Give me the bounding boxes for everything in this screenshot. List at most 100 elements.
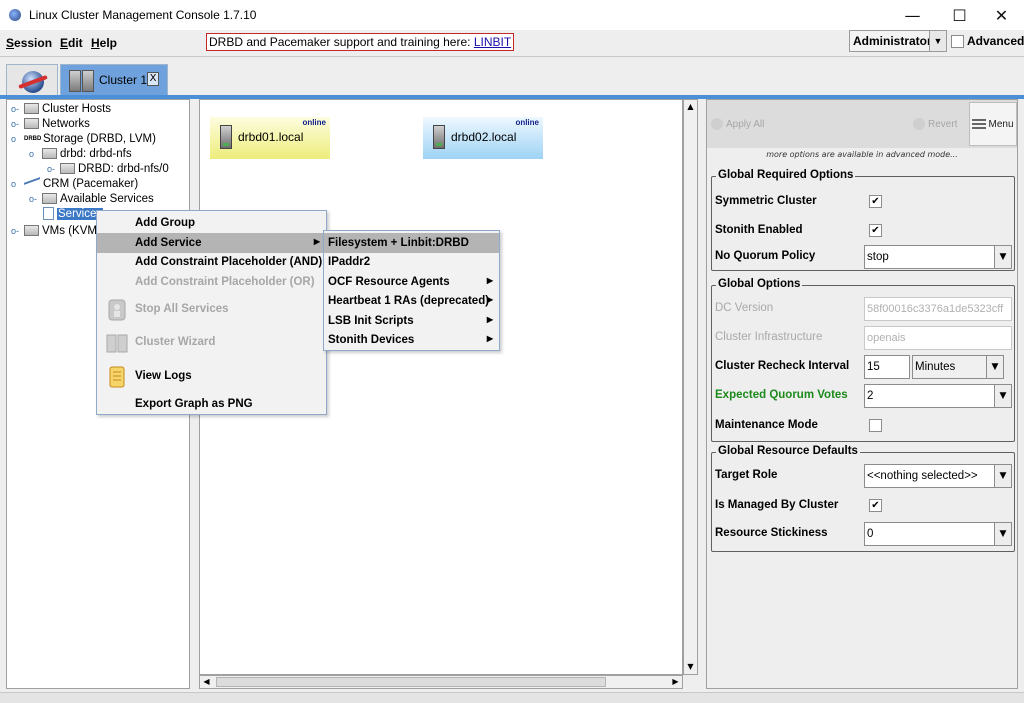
symmetric-cluster-checkbox[interactable]: ✔: [869, 195, 882, 208]
field-label: Is Managed By Cluster: [715, 499, 839, 511]
promo-text: DRBD and Pacemaker support and training …: [209, 35, 474, 49]
expected-quorum-votes-select[interactable]: 2 ▼: [864, 384, 1012, 408]
chevron-down-icon[interactable]: ▼: [986, 356, 1003, 378]
host-name: drbd01.local: [238, 130, 304, 144]
scroll-right-icon[interactable]: ▶: [669, 676, 682, 688]
field-resource-stickiness: Resource Stickiness 0 ▼: [712, 521, 1016, 546]
field-value: 58f00016c3376a1de5323cff: [867, 303, 1004, 315]
host-node[interactable]: drbd02.local online: [423, 117, 543, 159]
scroll-left-icon[interactable]: ◀: [200, 676, 213, 688]
chevron-down-icon[interactable]: ▼: [994, 385, 1011, 407]
target-role-select[interactable]: <<nothing selected>> ▼: [864, 464, 1012, 488]
tree-item-drbd-resource[interactable]: o drbd: drbd-nfs: [29, 146, 132, 161]
advanced-toggle[interactable]: Advanced: [951, 34, 1024, 48]
expand-handle-icon[interactable]: o-: [11, 226, 21, 236]
expand-handle-icon[interactable]: o-: [47, 164, 57, 174]
field-dc-version: DC Version 58f00016c3376a1de5323cff: [712, 296, 1016, 321]
menu-item-add-group[interactable]: Add Group: [97, 213, 326, 233]
group-title: Global Options: [716, 278, 803, 290]
menu-session[interactable]: Session: [6, 36, 52, 50]
menu-item-ipaddr2[interactable]: IPaddr2: [324, 252, 499, 272]
collapse-handle-icon[interactable]: o: [11, 179, 21, 189]
advanced-checkbox[interactable]: [951, 34, 964, 48]
hamburger-icon: [972, 119, 987, 129]
apply-all-button: Apply All: [711, 100, 764, 148]
window-title: Linux Cluster Management Console 1.7.10: [29, 8, 257, 22]
field-label: Resource Stickiness: [715, 527, 828, 539]
menu-item-heartbeat-ras[interactable]: Heartbeat 1 RAs (deprecated) ▶: [324, 291, 499, 311]
menu-edit[interactable]: Edit: [60, 36, 83, 50]
scroll-down-icon[interactable]: ▼: [684, 660, 697, 674]
no-quorum-policy-select[interactable]: stop ▼: [864, 245, 1012, 269]
field-no-quorum-policy: No Quorum Policy stop ▼: [712, 244, 1016, 269]
collapse-handle-icon[interactable]: o: [29, 149, 39, 159]
advanced-label: Advanced: [967, 34, 1024, 48]
menu-item-add-service[interactable]: Add Service ▶: [97, 233, 326, 253]
menu-item-filesystem-drbd[interactable]: Filesystem + Linbit:DRBD: [324, 233, 499, 253]
global-required-options: Global Required Options Symmetric Cluste…: [711, 169, 1016, 271]
menu-item-lsb-init-scripts[interactable]: LSB Init Scripts ▶: [324, 311, 499, 331]
collapse-handle-icon[interactable]: o: [11, 134, 21, 144]
graph-horizontal-scrollbar[interactable]: ◀ ▶: [199, 675, 683, 689]
menu-item-stop-all-services: Stop All Services: [97, 299, 326, 321]
chevron-down-icon[interactable]: ▼: [929, 31, 946, 51]
promo-link[interactable]: LINBIT: [474, 35, 511, 49]
chevron-down-icon[interactable]: ▼: [994, 246, 1011, 268]
expand-handle-icon[interactable]: o-: [11, 104, 21, 114]
maintenance-mode-checkbox[interactable]: [869, 419, 882, 432]
menu-item-add-constraint-and[interactable]: Add Constraint Placeholder (AND): [97, 252, 326, 272]
menu-item-ocf-resource-agents[interactable]: OCF Resource Agents ▶: [324, 272, 499, 292]
panel-menu-button[interactable]: Menu: [969, 102, 1017, 146]
scroll-up-icon[interactable]: ▲: [684, 100, 697, 114]
wizard-icon: [106, 334, 128, 353]
tab-cluster[interactable]: Cluster 1 X: [60, 64, 168, 96]
stonith-enabled-checkbox[interactable]: ✔: [869, 224, 882, 237]
field-cluster-recheck-interval: Cluster Recheck Interval 15 Minutes ▼: [712, 354, 1016, 379]
close-window-button[interactable]: ✕: [979, 0, 1024, 30]
status-strip: [0, 692, 1024, 703]
tree-item-storage[interactable]: o DRBD Storage (DRBD, LVM): [11, 131, 156, 146]
minimize-button[interactable]: —: [890, 0, 935, 30]
folder-icon: [24, 118, 39, 129]
chevron-down-icon[interactable]: ▼: [994, 523, 1011, 545]
menu-item-view-logs[interactable]: View Logs: [97, 366, 326, 388]
tree-item-networks[interactable]: o- Networks: [11, 116, 90, 131]
host-status: online: [302, 118, 326, 127]
tree-item-crm[interactable]: o CRM (Pacemaker): [11, 176, 138, 191]
tree-item-services[interactable]: Services: [43, 206, 104, 221]
menu-item-export-png[interactable]: Export Graph as PNG: [97, 394, 326, 414]
menu-item-cluster-wizard: Cluster Wizard: [97, 332, 326, 354]
resource-stickiness-select[interactable]: 0 ▼: [864, 522, 1012, 546]
select-value: <<nothing selected>>: [867, 470, 978, 482]
tree-item-available-services[interactable]: o- Available Services: [29, 191, 154, 206]
host-node[interactable]: drbd01.local online: [210, 117, 330, 159]
tab-close-button[interactable]: X: [147, 72, 159, 86]
tree-item-vms[interactable]: o- VMs (KVM,: [11, 223, 100, 238]
scroll-thumb[interactable]: [216, 677, 606, 687]
tree-item-drbd-volume[interactable]: o- DRBD: drbd-nfs/0: [47, 161, 169, 176]
logs-scroll-icon: [109, 366, 125, 388]
graph-vertical-scrollbar[interactable]: ▲ ▼: [683, 99, 698, 675]
submenu-arrow-icon: ▶: [486, 334, 493, 343]
folder-icon: [24, 225, 39, 236]
expand-handle-icon[interactable]: o-: [11, 119, 21, 129]
tree-label: Networks: [42, 117, 90, 130]
field-label: No Quorum Policy: [715, 250, 816, 262]
menu-item-stonith-devices[interactable]: Stonith Devices ▶: [324, 330, 499, 350]
field-label: Stonith Enabled: [715, 224, 803, 236]
menu-help[interactable]: Help: [91, 36, 117, 50]
tree-item-cluster-hosts[interactable]: o- Cluster Hosts: [11, 101, 111, 116]
folder-icon: [42, 193, 57, 204]
cluster-recheck-unit-select[interactable]: Minutes ▼: [912, 355, 1004, 379]
is-managed-checkbox[interactable]: ✔: [869, 499, 882, 512]
maximize-button[interactable]: ☐: [937, 0, 982, 30]
user-select[interactable]: Administrator ▼: [849, 30, 947, 52]
cluster-recheck-input[interactable]: 15: [864, 355, 910, 379]
properties-toolbar: Apply All Revert Menu: [707, 100, 1017, 148]
chevron-down-icon[interactable]: ▼: [994, 465, 1011, 487]
tab-home[interactable]: [6, 64, 58, 96]
menu-item-add-constraint-or: Add Constraint Placeholder (OR): [97, 272, 326, 292]
expand-handle-icon[interactable]: o-: [29, 194, 39, 204]
menu-item-label: Cluster Wizard: [135, 336, 216, 348]
properties-panel: Apply All Revert Menu more options are a…: [706, 99, 1018, 689]
